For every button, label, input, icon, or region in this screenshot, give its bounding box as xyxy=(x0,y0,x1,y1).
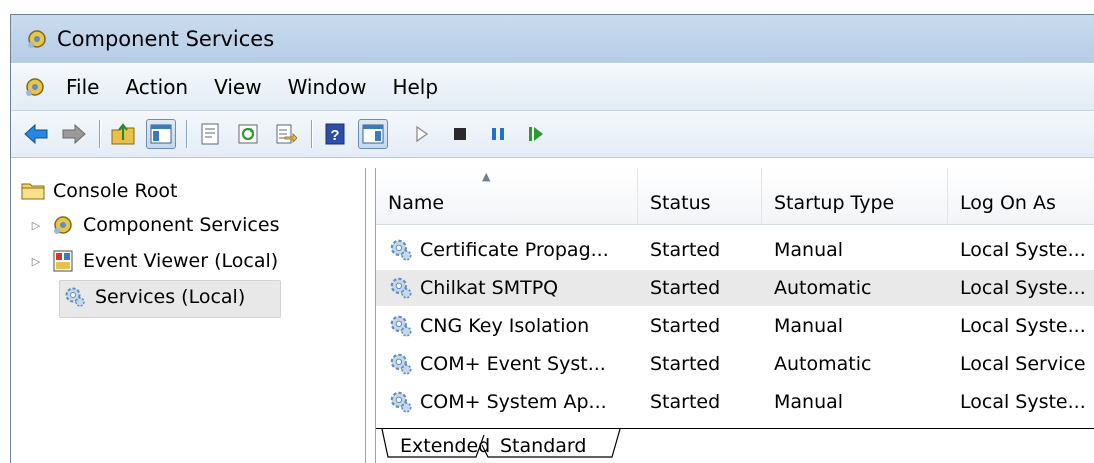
table-row[interactable]: Certificate Propag... Started Manual Loc… xyxy=(376,232,1094,268)
tree-label: Event Viewer (Local) xyxy=(83,250,279,272)
service-gear-icon xyxy=(388,237,414,263)
export-list-icon[interactable] xyxy=(271,119,301,149)
component-services-window: Component Services File Action View Wind… xyxy=(10,14,1094,463)
back-arrow-icon[interactable] xyxy=(21,119,51,149)
expand-arrow-icon[interactable]: ▷ xyxy=(29,254,43,268)
service-log-on-as: Local Syste... xyxy=(960,239,1086,261)
column-header-label: Startup Type xyxy=(774,192,895,214)
service-log-on-as: Local Service xyxy=(960,353,1086,375)
toolbar-separator xyxy=(99,120,100,148)
column-header-log-on-as[interactable]: Log On As xyxy=(948,168,1094,224)
forward-arrow-icon[interactable] xyxy=(59,119,89,149)
menu-bar: File Action View Window Help xyxy=(11,64,1094,111)
pause-service-icon[interactable] xyxy=(483,119,513,149)
component-services-icon xyxy=(25,27,49,51)
view-tabs: Extended Standard xyxy=(376,428,1094,463)
service-status: Started xyxy=(650,315,721,337)
table-row[interactable]: CNG Key Isolation Started Manual Local S… xyxy=(376,308,1094,344)
resume-service-icon[interactable] xyxy=(521,119,551,149)
tree-item-services-local[interactable]: Services (Local) xyxy=(11,280,281,318)
start-service-icon[interactable] xyxy=(407,119,437,149)
table-row[interactable]: COM+ Event Syst... Started Automatic Loc… xyxy=(376,346,1094,382)
service-log-on-as: Local Syste... xyxy=(960,391,1086,413)
menu-window[interactable]: Window xyxy=(275,67,380,107)
service-startup-type: Manual xyxy=(774,315,844,337)
menu-help[interactable]: Help xyxy=(379,67,451,107)
service-name: CNG Key Isolation xyxy=(420,315,590,337)
menu-file[interactable]: File xyxy=(53,67,112,107)
service-log-on-as: Local Syste... xyxy=(960,315,1086,337)
column-header-label: Status xyxy=(650,192,711,214)
column-header-startup-type[interactable]: Startup Type xyxy=(762,168,948,224)
service-name: COM+ System Ap... xyxy=(420,391,607,413)
service-name: Certificate Propag... xyxy=(420,239,609,261)
sort-ascending-icon: ▲ xyxy=(482,170,491,183)
cropped-top-strip xyxy=(0,0,1094,14)
tree-label: Console Root xyxy=(53,180,178,202)
help-icon[interactable]: ? xyxy=(320,119,350,149)
stop-service-icon[interactable] xyxy=(445,119,475,149)
component-services-icon xyxy=(51,213,75,237)
table-row[interactable]: Chilkat SMTPQ Started Automatic Local Sy… xyxy=(376,270,1094,306)
tree-item-console-root[interactable]: Console Root xyxy=(21,174,178,208)
tree-item-component-services[interactable]: ▷ Component Services xyxy=(29,208,280,242)
menu-action[interactable]: Action xyxy=(112,67,201,107)
show-hide-console-tree-icon[interactable] xyxy=(146,119,176,149)
service-log-on-as: Local Syste... xyxy=(960,277,1086,299)
service-startup-type: Manual xyxy=(774,239,844,261)
service-gear-icon xyxy=(388,313,414,339)
system-menu-icon[interactable] xyxy=(23,75,47,99)
services-list-pane: Name ▲ Status Startup Type Log On As Cer… xyxy=(375,168,1094,463)
service-gear-icon xyxy=(388,351,414,377)
service-startup-type: Manual xyxy=(774,391,844,413)
service-gear-icon xyxy=(388,275,414,301)
up-folder-icon[interactable] xyxy=(108,119,138,149)
tree-item-event-viewer[interactable]: ▷ Event Viewer (Local) xyxy=(29,244,278,278)
list-header: Name ▲ Status Startup Type Log On As xyxy=(376,168,1094,225)
column-header-label: Log On As xyxy=(960,192,1056,214)
toolbar: ? xyxy=(11,111,1094,158)
folder-icon xyxy=(21,179,45,203)
expand-arrow-icon[interactable]: ▷ xyxy=(29,218,43,232)
toolbar-separator xyxy=(186,120,187,148)
service-startup-type: Automatic xyxy=(774,353,872,375)
toolbar-separator xyxy=(398,120,399,148)
service-status: Started xyxy=(650,391,721,413)
service-status: Started xyxy=(650,353,721,375)
service-name: COM+ Event Syst... xyxy=(420,353,606,375)
event-viewer-icon xyxy=(51,249,75,273)
window-title: Component Services xyxy=(57,27,275,51)
refresh-icon[interactable] xyxy=(233,119,263,149)
show-hide-action-pane-icon[interactable] xyxy=(358,119,388,149)
column-header-status[interactable]: Status xyxy=(638,168,762,224)
column-header-name[interactable]: Name ▲ xyxy=(376,168,638,224)
console-tree-pane: Console Root ▷ Component Services ▷ Even… xyxy=(11,168,366,463)
tree-label: Services (Local) xyxy=(95,286,246,308)
service-gear-icon xyxy=(388,389,414,415)
tab-extended[interactable]: Extended xyxy=(390,431,500,461)
service-name: Chilkat SMTPQ xyxy=(420,277,559,299)
services-gear-icon xyxy=(63,285,87,309)
service-status: Started xyxy=(650,239,721,261)
title-bar: Component Services xyxy=(11,15,1094,63)
toolbar-separator xyxy=(311,120,312,148)
service-status: Started xyxy=(650,277,721,299)
tree-label: Component Services xyxy=(83,214,280,236)
properties-icon[interactable] xyxy=(195,119,225,149)
service-startup-type: Automatic xyxy=(774,277,872,299)
tab-standard[interactable]: Standard xyxy=(490,431,596,461)
column-header-label: Name xyxy=(388,192,445,214)
svg-text:?: ? xyxy=(330,127,339,144)
table-row[interactable]: COM+ System Ap... Started Manual Local S… xyxy=(376,384,1094,420)
menu-view[interactable]: View xyxy=(201,67,274,107)
